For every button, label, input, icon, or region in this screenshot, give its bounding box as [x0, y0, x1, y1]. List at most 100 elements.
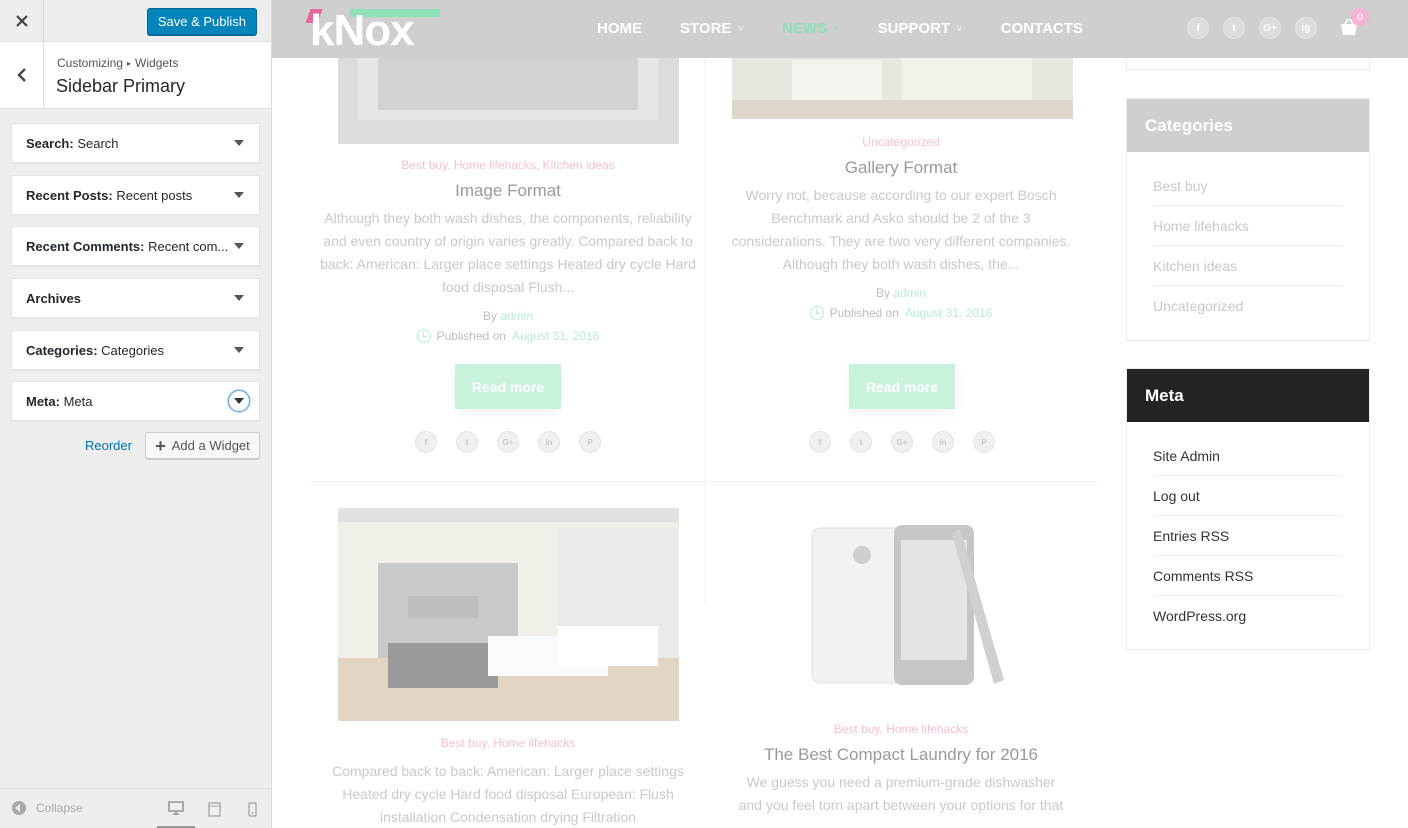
- cart-count-badge: 0: [1351, 8, 1369, 26]
- site-preview: Best buy, Home lifehacks, Kitchen ideas …: [272, 0, 1408, 828]
- share-row: f t G+ in P: [809, 431, 995, 453]
- expand-arrow-icon[interactable]: [234, 347, 244, 353]
- facebook-icon[interactable]: f: [809, 431, 831, 453]
- post-categories[interactable]: Best buy, Home lifehacks, Kitchen ideas: [312, 158, 704, 172]
- section-header: Customizing ▸ Widgets Sidebar Primary: [0, 42, 271, 109]
- clock-icon: [416, 329, 431, 343]
- read-more-button[interactable]: Read more: [849, 364, 955, 409]
- widget-name: Recent Comments:: [26, 239, 145, 254]
- google-plus-icon[interactable]: G+: [1259, 17, 1281, 39]
- widget-recent-posts[interactable]: Recent Posts: Recent posts: [11, 175, 260, 215]
- post-card: Best buy, Home lifehacks Compared back t…: [312, 736, 704, 828]
- google-plus-icon[interactable]: G+: [497, 431, 519, 453]
- date-link[interactable]: August 31, 2016: [905, 306, 992, 320]
- post-title[interactable]: The Best Compact Laundry for 2016: [705, 745, 1097, 765]
- category-link[interactable]: Uncategorized: [1153, 286, 1343, 326]
- twitter-icon[interactable]: t: [1223, 17, 1245, 39]
- widget-title: Categories: Categories: [26, 343, 164, 358]
- widget-search[interactable]: Search: Search: [11, 123, 260, 163]
- widget-name: Categories:: [26, 343, 98, 358]
- read-more-button[interactable]: Read more: [455, 364, 561, 409]
- site-logo[interactable]: kNox: [305, 6, 440, 56]
- post-by-prefix: By: [875, 286, 890, 300]
- widget-meta[interactable]: Meta: Meta: [11, 381, 260, 421]
- meta-link-entries-rss[interactable]: Entries RSS: [1153, 516, 1343, 556]
- meta-link-log-out[interactable]: Log out: [1153, 476, 1343, 516]
- post-author: By admin: [705, 286, 1097, 300]
- categories-widget: Categories Best buy Home lifehacks Kitch…: [1126, 98, 1370, 341]
- categories-widget-title: Categories: [1127, 99, 1369, 152]
- breadcrumb-separator-icon: ▸: [127, 59, 132, 68]
- facebook-icon[interactable]: f: [415, 431, 437, 453]
- post-image[interactable]: [338, 508, 679, 721]
- expand-arrow-icon[interactable]: [234, 295, 244, 301]
- widget-subtitle: Categories: [101, 343, 165, 358]
- widget-recent-comments[interactable]: Recent Comments: Recent com...: [11, 226, 260, 266]
- category-link[interactable]: Best buy: [1153, 166, 1343, 206]
- expand-arrow-icon[interactable]: [228, 390, 250, 412]
- collapse-arrow-icon: [12, 801, 26, 815]
- post-title[interactable]: Image Format: [312, 181, 704, 201]
- desktop-preview-icon[interactable]: [157, 789, 195, 828]
- pinterest-icon[interactable]: P: [579, 431, 601, 453]
- post-title[interactable]: Gallery Format: [705, 158, 1097, 178]
- google-plus-icon[interactable]: G+: [891, 431, 913, 453]
- main-nav: HOME STORE ∨ NEWS ∨ SUPPORT ∨ CONTACTS: [597, 20, 1121, 37]
- row-divider: [310, 481, 1098, 482]
- reorder-link[interactable]: Reorder: [85, 438, 132, 453]
- meta-link-wordpress[interactable]: WordPress.org: [1153, 596, 1343, 636]
- nav-label: CONTACTS: [1000, 20, 1083, 37]
- linkedin-icon[interactable]: in: [932, 431, 954, 453]
- nav-support[interactable]: SUPPORT ∨: [878, 20, 963, 37]
- widget-subtitle: Recent posts: [116, 188, 193, 203]
- author-link[interactable]: admin: [500, 309, 533, 323]
- expand-arrow-icon[interactable]: [234, 243, 244, 249]
- widget-subtitle: Search: [77, 136, 119, 151]
- post-image[interactable]: [802, 520, 1007, 690]
- tablet-preview-icon[interactable]: [195, 789, 233, 828]
- nav-news[interactable]: NEWS ∨: [782, 20, 840, 37]
- widget-title: Recent Posts: Recent posts: [26, 188, 192, 203]
- close-icon[interactable]: [0, 0, 44, 42]
- expand-arrow-icon[interactable]: [234, 140, 244, 146]
- widget-title: Meta: Meta: [26, 394, 92, 409]
- post-categories[interactable]: Uncategorized: [705, 135, 1097, 149]
- column-divider: [704, 58, 705, 603]
- category-link[interactable]: Home lifehacks: [1153, 206, 1343, 246]
- nav-home[interactable]: HOME: [597, 20, 642, 37]
- post-author: By admin: [312, 309, 704, 323]
- post-categories[interactable]: Best buy, Home lifehacks: [312, 736, 704, 750]
- widget-archives[interactable]: Archives: [11, 278, 260, 318]
- nav-label: SUPPORT: [877, 20, 951, 37]
- twitter-icon[interactable]: t: [850, 431, 872, 453]
- twitter-icon[interactable]: t: [456, 431, 478, 453]
- post-excerpt: We guess you need a premium-grade dishwa…: [738, 774, 1064, 813]
- post-card: Best buy, Home lifehacks, Kitchen ideas …: [312, 158, 704, 343]
- instagram-icon[interactable]: ig: [1295, 17, 1317, 39]
- linkedin-icon[interactable]: in: [538, 431, 560, 453]
- breadcrumb-item: Customizing: [57, 56, 124, 70]
- nav-contacts[interactable]: CONTACTS: [1001, 20, 1083, 37]
- facebook-icon[interactable]: f: [1187, 17, 1209, 39]
- mobile-preview-icon[interactable]: [233, 789, 271, 828]
- customizer-footer: Collapse: [0, 788, 271, 828]
- pinterest-icon[interactable]: P: [973, 431, 995, 453]
- collapse-button[interactable]: Collapse: [12, 801, 83, 815]
- author-link[interactable]: admin: [893, 286, 926, 300]
- plus-icon: +: [155, 435, 166, 456]
- post-card: Best buy, Home lifehacks The Best Compac…: [705, 722, 1097, 817]
- save-publish-button[interactable]: Save & Publish: [146, 8, 257, 35]
- nav-store[interactable]: STORE ∨: [680, 20, 744, 37]
- date-link[interactable]: August 31, 2016: [512, 329, 599, 343]
- post-categories[interactable]: Best buy, Home lifehacks: [705, 722, 1097, 736]
- meta-link-site-admin[interactable]: Site Admin: [1153, 436, 1343, 476]
- widget-subtitle: Recent com...: [148, 239, 229, 254]
- category-link[interactable]: Kitchen ideas: [1153, 246, 1343, 286]
- post-date: Published on August 31, 2016: [705, 306, 1097, 320]
- add-widget-button[interactable]: + Add a Widget: [145, 432, 260, 459]
- expand-arrow-icon[interactable]: [234, 192, 244, 198]
- back-arrow-icon[interactable]: [0, 42, 44, 108]
- meta-link-comments-rss[interactable]: Comments RSS: [1153, 556, 1343, 596]
- widget-name: Recent Posts:: [26, 188, 113, 203]
- widget-categories[interactable]: Categories: Categories: [11, 330, 260, 370]
